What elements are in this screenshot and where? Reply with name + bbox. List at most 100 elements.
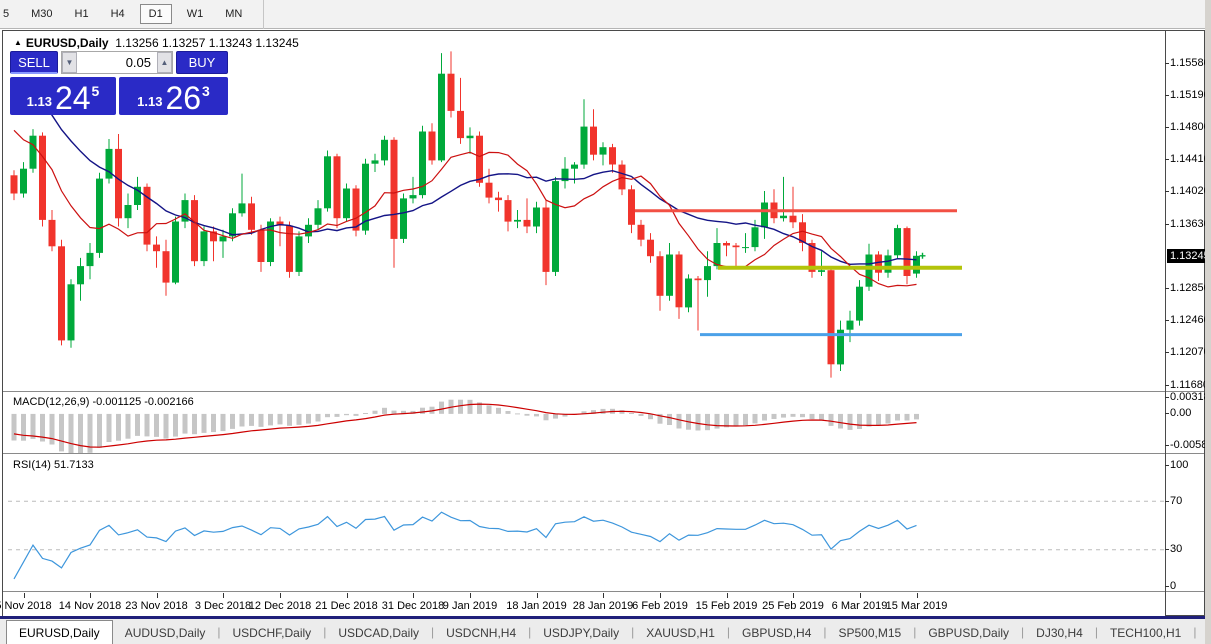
- macd-histogram-bar: [116, 414, 121, 441]
- macd-histogram-bar: [97, 414, 102, 448]
- candle-body: [600, 147, 607, 154]
- date-axis[interactable]: 5 Nov 201814 Nov 201823 Nov 20183 Dec 20…: [3, 593, 1165, 616]
- one-click-trade-panel: SELL ▼ ▲ BUY 1.13 24 5 1.13 26 3: [10, 51, 228, 115]
- date-label: 3 Dec 2018: [195, 600, 251, 612]
- candle-body: [486, 183, 493, 198]
- tab-eurusd-daily[interactable]: EURUSD,Daily: [6, 620, 113, 644]
- candle-body: [828, 270, 835, 364]
- price-tick-label: 1.14020: [1170, 185, 1210, 197]
- sell-price-big: 24: [55, 83, 91, 113]
- tab-audusd-daily[interactable]: AUDUSD,Daily: [113, 622, 218, 644]
- macd-histogram-bar: [553, 414, 558, 419]
- candle-body: [647, 240, 654, 257]
- candle-body: [343, 189, 350, 219]
- candle-body: [495, 198, 502, 201]
- tab-dj30-h4[interactable]: DJ30,H4: [1024, 622, 1095, 644]
- date-tick: [90, 593, 91, 598]
- volume-input[interactable]: [77, 52, 157, 73]
- volume-up-icon[interactable]: ▲: [157, 52, 172, 73]
- macd-histogram-bar: [12, 414, 17, 441]
- macd-histogram-bar: [487, 405, 492, 414]
- timeframe-H1[interactable]: H1: [68, 4, 96, 24]
- candle-body: [742, 247, 749, 248]
- price-tick-label: 1.12850: [1170, 282, 1210, 294]
- macd-histogram-bar: [316, 414, 321, 422]
- candle-body: [125, 205, 132, 218]
- date-tick: [860, 593, 861, 598]
- axis-tick: [1165, 63, 1169, 64]
- macd-histogram-bar: [392, 411, 397, 414]
- tab-usdjpy-daily[interactable]: USDJPY,Daily: [531, 622, 631, 644]
- candle-body: [87, 253, 94, 266]
- rsi-indicator-label: RSI(14) 51.7133: [13, 459, 94, 471]
- candle-body: [49, 220, 56, 246]
- date-label: 25 Feb 2019: [762, 600, 824, 612]
- candle-body: [657, 256, 664, 296]
- axis-tick: [1165, 445, 1169, 446]
- timeframe-W1[interactable]: W1: [180, 4, 211, 24]
- tab-sp500-m15[interactable]: SP500,M15: [827, 622, 914, 644]
- macd-histogram-bar: [69, 414, 74, 454]
- rsi-tick-label: 0: [1170, 580, 1176, 592]
- macd-histogram-bar: [221, 414, 226, 431]
- volume-down-icon[interactable]: ▼: [62, 52, 77, 73]
- price-tick-label: 1.11680: [1170, 379, 1209, 391]
- candle-body: [761, 203, 768, 228]
- candle-body: [628, 189, 635, 225]
- tab-usdcnh-h4[interactable]: USDCNH,H4: [434, 622, 528, 644]
- axis-tick: [1165, 501, 1169, 502]
- rsi-canvas[interactable]: [8, 455, 1165, 592]
- tab-usdchf-daily[interactable]: USDCHF,Daily: [221, 622, 324, 644]
- macd-histogram-bar: [135, 414, 140, 436]
- tab-usdcad-daily[interactable]: USDCAD,Daily: [326, 622, 431, 644]
- macd-histogram-bar: [876, 414, 881, 426]
- candle-body: [866, 255, 873, 287]
- candle-body: [780, 216, 787, 219]
- candle-body: [381, 140, 388, 161]
- candle-body: [239, 203, 246, 213]
- date-tick: [917, 593, 918, 598]
- volume-stepper: ▼ ▲: [61, 51, 173, 74]
- macd-pane-separator[interactable]: [3, 391, 1204, 393]
- candle-body: [248, 203, 255, 229]
- buy-price-display[interactable]: 1.13 26 3: [119, 77, 228, 115]
- candle-body: [733, 246, 740, 248]
- date-tick: [793, 593, 794, 598]
- candle-body: [286, 226, 293, 272]
- candle-body: [609, 147, 616, 164]
- macd-histogram-bar: [325, 414, 330, 417]
- tab-xauusd-h1[interactable]: XAUUSD,H1: [634, 622, 727, 644]
- candle-body: [30, 136, 37, 169]
- date-tick: [24, 593, 25, 598]
- axis-tick: [1165, 320, 1169, 321]
- candle-body: [790, 216, 797, 223]
- tab-gbpusd-h4[interactable]: GBPUSD,H4: [730, 622, 823, 644]
- candle-body: [229, 213, 236, 236]
- macd-histogram-bar: [154, 414, 159, 437]
- sell-button[interactable]: SELL: [10, 51, 58, 74]
- buy-button[interactable]: BUY: [176, 51, 228, 74]
- macd-histogram-bar: [278, 414, 283, 425]
- price-tick-label: 1.15580: [1170, 57, 1210, 69]
- date-label: 15 Feb 2019: [696, 600, 758, 612]
- axis-tick: [1165, 127, 1169, 128]
- rsi-pane-separator[interactable]: [3, 453, 1204, 455]
- candle-body: [514, 220, 521, 222]
- candle-body: [913, 256, 920, 274]
- candle-body: [39, 136, 46, 220]
- sell-price-display[interactable]: 1.13 24 5: [10, 77, 116, 115]
- timeframe-MN[interactable]: MN: [218, 4, 249, 24]
- timeframe-D1[interactable]: D1: [140, 4, 172, 24]
- macd-histogram-bar: [240, 414, 245, 427]
- macd-histogram-bar: [126, 414, 131, 439]
- date-label: 6 Mar 2019: [832, 600, 888, 612]
- timeframe-H4[interactable]: H4: [104, 4, 132, 24]
- tab-gbpusd-daily[interactable]: GBPUSD,Daily: [916, 622, 1021, 644]
- candle-body: [96, 179, 103, 253]
- timeframe-M30[interactable]: M30: [24, 4, 59, 24]
- timeframe-5[interactable]: 5: [0, 4, 16, 24]
- tab-tech100-h1[interactable]: TECH100,H1: [1098, 622, 1193, 644]
- timeframe-toolbar: 5 M30 H1 H4 D1 W1 MN: [0, 0, 1211, 29]
- candle-body: [590, 127, 597, 155]
- axis-tick: [1165, 159, 1169, 160]
